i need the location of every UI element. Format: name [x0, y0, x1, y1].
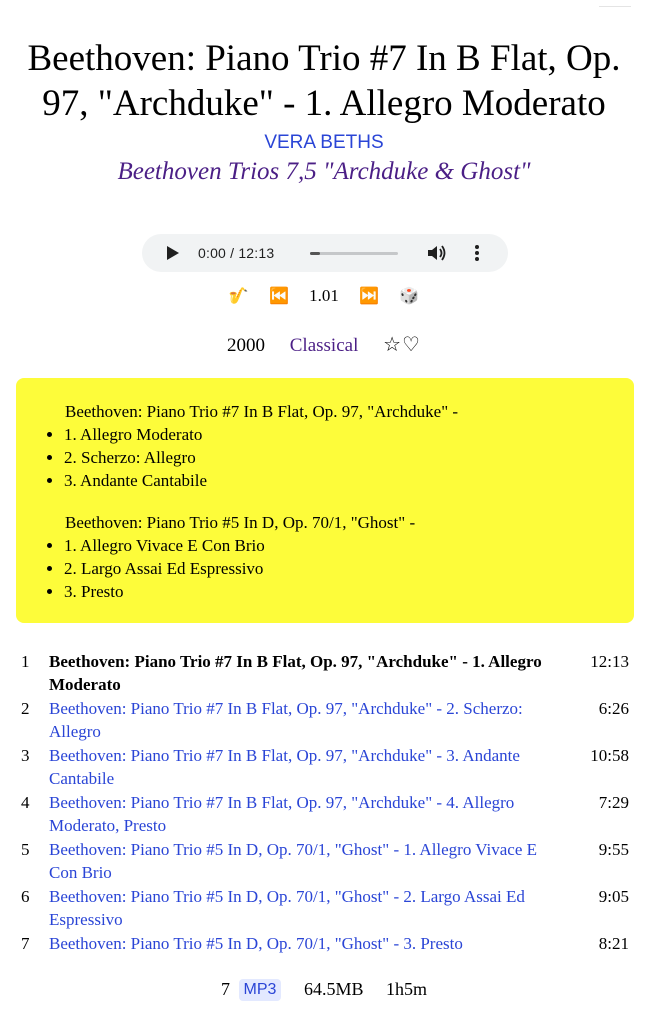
- track-duration: 8:21: [598, 934, 629, 953]
- album-notes: Beethoven: Piano Trio #7 In B Flat, Op. …: [16, 378, 634, 623]
- list-item: 3. Andante Cantabile: [64, 469, 634, 492]
- track-link[interactable]: Beethoven: Piano Trio #7 In B Flat, Op. …: [49, 791, 548, 837]
- previous-track-icon[interactable]: ⏮️: [269, 285, 289, 307]
- notes-group-heading: Beethoven: Piano Trio #5 In D, Op. 70/1,…: [65, 513, 416, 532]
- album-title: Beethoven Trios 7,5 "Archduke & Ghost": [117, 158, 531, 185]
- track-meta: 2000 Classical ☆♡: [0, 332, 648, 357]
- notes-group-heading: Beethoven: Piano Trio #7 In B Flat, Op. …: [65, 402, 459, 421]
- playback-controls: 🎷 ⏮️ 1.01 ⏭️ 🎲: [0, 284, 648, 307]
- track-row: 5 Beethoven: Piano Trio #5 In D, Op. 70/…: [0, 838, 648, 884]
- more-options-icon[interactable]: [474, 244, 480, 262]
- total-duration: 1h5m: [385, 979, 427, 1000]
- track-row: 7 Beethoven: Piano Trio #5 In D, Op. 70/…: [0, 932, 648, 955]
- track-number: 1: [21, 652, 30, 671]
- list-item: 2. Largo Assai Ed Espressivo: [64, 557, 634, 580]
- genre-link[interactable]: Classical: [290, 335, 359, 357]
- release-year: 2000: [227, 335, 265, 356]
- list-item: 3. Presto: [64, 580, 634, 603]
- player-time: 0:00 / 12:13: [198, 245, 275, 261]
- list-item: 2. Scherzo: Allegro: [64, 446, 634, 469]
- total-size: 64.5MB: [303, 979, 364, 1000]
- track-duration: 12:13: [590, 652, 629, 671]
- top-divider: [599, 6, 631, 7]
- track-title: Beethoven: Piano Trio #7 In B Flat, Op. …: [49, 652, 542, 694]
- track-row: 2 Beethoven: Piano Trio #7 In B Flat, Op…: [0, 697, 648, 743]
- track-number: 5: [21, 840, 30, 859]
- track-number: 4: [21, 793, 30, 812]
- saxophone-icon[interactable]: 🎷: [229, 285, 249, 307]
- shuffle-dice-icon[interactable]: 🎲: [399, 285, 419, 307]
- heart-icon[interactable]: ♡: [402, 332, 421, 356]
- next-track-icon[interactable]: ⏭️: [359, 285, 379, 307]
- track-link[interactable]: Beethoven: Piano Trio #5 In D, Op. 70/1,…: [49, 932, 548, 955]
- track-number: 3: [21, 746, 30, 765]
- seek-bar-fill: [310, 252, 320, 255]
- notes-group: Beethoven: Piano Trio #5 In D, Op. 70/1,…: [16, 492, 634, 603]
- track-number: 6: [21, 887, 30, 906]
- track-duration: 9:55: [598, 840, 629, 859]
- playback-speed[interactable]: 1.01: [309, 285, 339, 307]
- notes-group: Beethoven: Piano Trio #7 In B Flat, Op. …: [16, 378, 634, 492]
- seek-bar[interactable]: [310, 252, 398, 255]
- artist-link[interactable]: VERA BETHS: [0, 132, 648, 154]
- track-row-current[interactable]: 1 Beethoven: Piano Trio #7 In B Flat, Op…: [0, 650, 648, 696]
- track-list: 1 Beethoven: Piano Trio #7 In B Flat, Op…: [0, 650, 648, 956]
- volume-icon[interactable]: [427, 244, 447, 262]
- star-icon[interactable]: ☆: [383, 332, 402, 356]
- track-number: 2: [21, 699, 30, 718]
- audio-player[interactable]: 0:00 / 12:13: [142, 234, 508, 272]
- track-number: 7: [21, 934, 30, 953]
- list-item: 1. Allegro Vivace E Con Brio: [64, 534, 634, 557]
- track-duration: 9:05: [598, 887, 629, 906]
- page-title: Beethoven: Piano Trio #7 In B Flat, Op. …: [27, 38, 621, 124]
- track-duration: 10:58: [590, 746, 629, 765]
- track-duration: 6:26: [598, 699, 629, 718]
- track-row: 6 Beethoven: Piano Trio #5 In D, Op. 70/…: [0, 885, 648, 931]
- list-item: 1. Allegro Moderato: [64, 423, 634, 446]
- track-count: 7: [221, 979, 231, 1000]
- album-summary: 7 MP3 64.5MB 1h5m: [0, 978, 648, 1001]
- format-link[interactable]: MP3: [238, 978, 282, 1001]
- play-icon[interactable]: [167, 246, 179, 260]
- track-duration: 7:29: [598, 793, 629, 812]
- track-row: 4 Beethoven: Piano Trio #7 In B Flat, Op…: [0, 791, 648, 837]
- track-link[interactable]: Beethoven: Piano Trio #5 In D, Op. 70/1,…: [49, 838, 548, 884]
- track-link[interactable]: Beethoven: Piano Trio #5 In D, Op. 70/1,…: [49, 885, 548, 931]
- track-link[interactable]: Beethoven: Piano Trio #7 In B Flat, Op. …: [49, 697, 548, 743]
- track-row: 3 Beethoven: Piano Trio #7 In B Flat, Op…: [0, 744, 648, 790]
- track-link[interactable]: Beethoven: Piano Trio #7 In B Flat, Op. …: [49, 744, 548, 790]
